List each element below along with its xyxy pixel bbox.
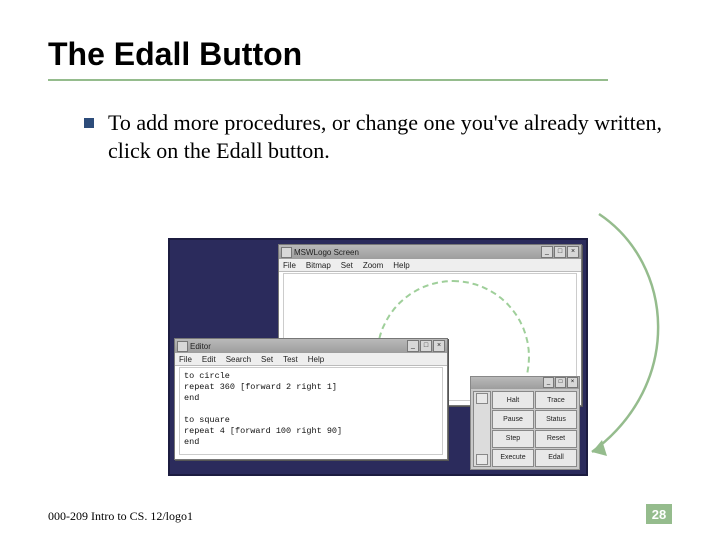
menu-item[interactable]: Help (308, 355, 324, 364)
menu-item[interactable]: Search (226, 355, 251, 364)
maximize-icon[interactable]: □ (554, 246, 566, 258)
title-underline (48, 79, 608, 81)
square-bullet-icon (84, 118, 94, 128)
system-icon (281, 247, 292, 258)
pause-button[interactable]: Pause (492, 410, 534, 428)
minimize-icon[interactable]: _ (543, 377, 554, 388)
menu-item[interactable]: Edit (202, 355, 216, 364)
body-text: To add more procedures, or change one yo… (108, 109, 672, 165)
trace-button[interactable]: Trace (535, 391, 577, 409)
editor-text[interactable]: to circle repeat 360 [forward 2 right 1]… (179, 367, 443, 455)
window-title-text: Editor (177, 341, 211, 352)
status-button[interactable]: Status (535, 410, 577, 428)
halt-button[interactable]: Halt (492, 391, 534, 409)
close-icon[interactable]: × (567, 246, 579, 258)
minimize-icon[interactable]: _ (541, 246, 553, 258)
execute-button[interactable]: Execute (492, 449, 534, 467)
window-controls: _ □ × (541, 246, 579, 258)
maximize-icon[interactable]: □ (555, 377, 566, 388)
window-titlebar: Editor _ □ × (175, 339, 447, 353)
edall-button[interactable]: Edall (535, 449, 577, 467)
menu-item[interactable]: Test (283, 355, 298, 364)
footer-course-label: 000-209 Intro to CS. 12/logo1 (48, 509, 193, 524)
reset-button[interactable]: Reset (535, 430, 577, 448)
window-title-label: Editor (190, 342, 211, 351)
page-number: 28 (646, 504, 672, 524)
close-icon[interactable]: × (567, 377, 578, 388)
menu-bar: File Edit Search Set Test Help (175, 353, 447, 366)
footer: 000-209 Intro to CS. 12/logo1 28 (48, 504, 672, 524)
panel-titlebar: _ □ × (471, 377, 579, 389)
window-title-label: MSWLogo Screen (294, 248, 359, 257)
window-controls: _ □ × (407, 340, 445, 352)
maximize-icon[interactable]: □ (420, 340, 432, 352)
menu-item[interactable]: Help (393, 261, 409, 270)
step-button[interactable]: Step (492, 430, 534, 448)
window-title-text: MSWLogo Screen (281, 247, 359, 258)
slide-title: The Edall Button (48, 36, 672, 73)
menu-item[interactable]: Set (341, 261, 353, 270)
button-grid: Halt Trace Pause Status Step Reset Execu… (471, 389, 579, 469)
editor-window: Editor _ □ × File Edit Search Set Test H… (174, 338, 448, 460)
menu-item[interactable]: Zoom (363, 261, 383, 270)
minimize-icon[interactable]: _ (407, 340, 419, 352)
menu-item[interactable]: File (283, 261, 296, 270)
commander-panel: _ □ × Halt Trace Pause Status Step Reset… (470, 376, 580, 470)
figure: MSWLogo Screen _ □ × File Bitmap Set Zoo… (168, 238, 588, 476)
close-icon[interactable]: × (433, 340, 445, 352)
slide: The Edall Button To add more procedures,… (0, 0, 720, 540)
body-block: To add more procedures, or change one yo… (48, 109, 672, 165)
menu-item[interactable]: Set (261, 355, 273, 364)
bullet-item: To add more procedures, or change one yo… (84, 109, 672, 165)
window-titlebar: MSWLogo Screen _ □ × (279, 245, 581, 259)
menu-item[interactable]: File (179, 355, 192, 364)
scrollbar[interactable] (473, 391, 491, 467)
system-icon (177, 341, 188, 352)
menu-item[interactable]: Bitmap (306, 261, 331, 270)
menu-bar: File Bitmap Set Zoom Help (279, 259, 581, 272)
